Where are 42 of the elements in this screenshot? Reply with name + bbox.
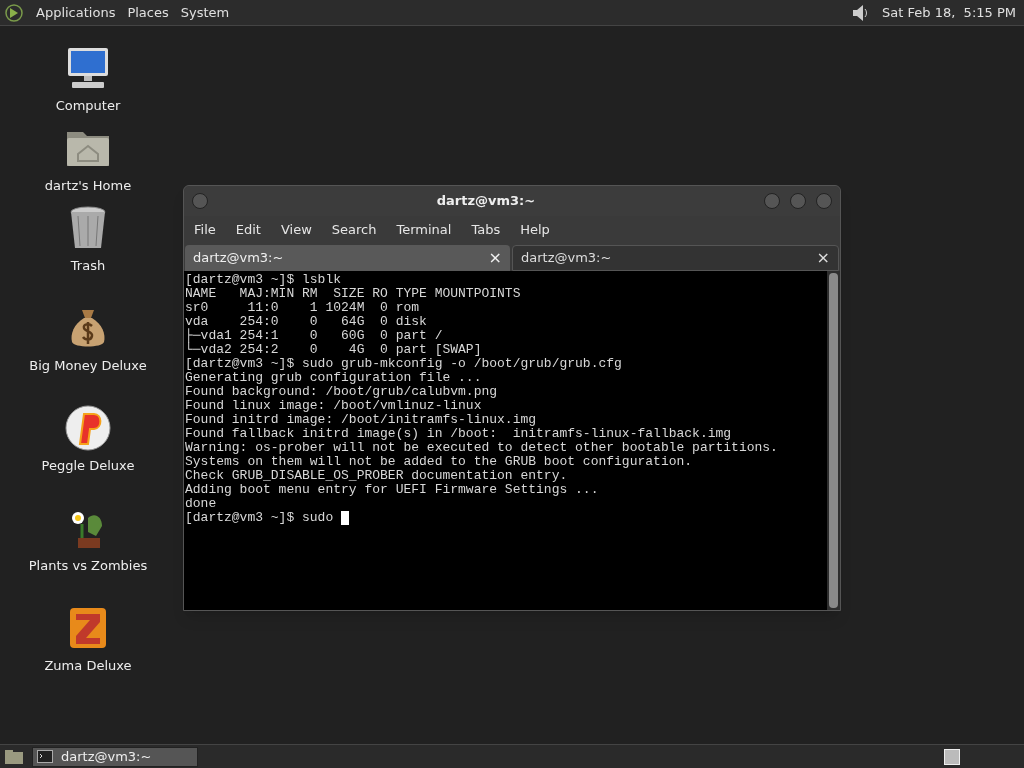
menu-item[interactable]: Help bbox=[520, 220, 550, 240]
terminal-line: Found linux image: /boot/vmlinuz-linux bbox=[185, 399, 483, 413]
desktop-icon-label[interactable]: Computer bbox=[55, 96, 121, 116]
terminal-line: vda 254:0 0 64G 0 disk bbox=[185, 315, 428, 329]
desktop-icon-label[interactable]: Big Money Deluxe bbox=[29, 356, 147, 376]
terminal-line: Generating grub configuration file ... bbox=[185, 371, 483, 385]
terminal-line: Found fallback initrd image(s) in /boot: initramfs-linux-fallback.img bbox=[185, 427, 733, 441]
terminal-line: [dartz@vm3 ~]$ lsblk bbox=[185, 273, 343, 287]
desktop-icon-label[interactable]: Trash bbox=[70, 256, 106, 276]
terminal-line: NAME MAJ:MIN RM SIZE RO TYPE MOUNTPOINTS bbox=[185, 287, 522, 301]
menu-item[interactable]: Tabs bbox=[471, 220, 501, 240]
menu-item[interactable]: Search bbox=[331, 220, 377, 240]
panel-menu[interactable]: Places bbox=[127, 2, 169, 23]
terminal-line: Systems on them will not be added to the GRUB boot configuration. bbox=[185, 455, 694, 469]
tab-close-button[interactable]: × bbox=[816, 250, 830, 266]
terminal-prompt: [dartz@vm3 ~]$ sudo bbox=[185, 511, 335, 525]
terminal-line: Found background: /boot/grub/calubvm.png bbox=[185, 385, 499, 399]
menu-item[interactable]: Edit bbox=[235, 220, 261, 240]
desktop-icon-label[interactable]: dartz's Home bbox=[44, 176, 132, 196]
terminal-line: ├─vda1 254:1 0 60G 0 part / bbox=[185, 329, 444, 343]
task-button[interactable]: dartz@vm3:~ bbox=[32, 746, 198, 767]
terminal-line: sr0 11:0 1 1024M 0 rom bbox=[185, 301, 421, 315]
desktop-icon-label[interactable]: Peggle Deluxe bbox=[41, 456, 135, 476]
terminal-line: Found initrd image: /boot/initramfs-linux.img bbox=[185, 413, 538, 427]
menu-item[interactable]: View bbox=[280, 220, 312, 240]
desktop-icon-label[interactable]: Zuma Deluxe bbox=[44, 656, 132, 676]
tab-close-button[interactable]: × bbox=[488, 250, 502, 266]
terminal-line: └─vda2 254:2 0 4G 0 part [SWAP] bbox=[185, 343, 483, 357]
terminal-line: Check GRUB_DISABLE_OS_PROBER documentation entry. bbox=[185, 469, 569, 483]
menu-item[interactable]: Terminal bbox=[396, 220, 452, 240]
desktop-icon-label[interactable]: Plants vs Zombies bbox=[28, 556, 148, 576]
clock[interactable]: Sat Feb 18, 5:15 PM bbox=[882, 2, 1016, 23]
terminal-line: done bbox=[185, 497, 218, 511]
terminal-line: Adding boot menu entry for UEFI Firmware Settings ... bbox=[185, 483, 600, 497]
panel-menu[interactable]: Applications bbox=[36, 2, 116, 23]
menu-item[interactable]: File bbox=[194, 220, 216, 240]
terminal-tab[interactable]: dartz@vm3:~ × bbox=[512, 245, 839, 271]
terminal-line: [dartz@vm3 ~]$ sudo grub-mkconfig -o /boot/grub/grub.cfg bbox=[185, 357, 623, 371]
panel-menu[interactable]: System bbox=[180, 2, 230, 23]
window-title: dartz@vm3:~ bbox=[435, 192, 537, 211]
terminal-tab[interactable]: dartz@vm3:~ × bbox=[185, 245, 510, 271]
terminal-line: Warning: os-prober will not be executed to detect other bootable partitions. bbox=[185, 441, 779, 455]
